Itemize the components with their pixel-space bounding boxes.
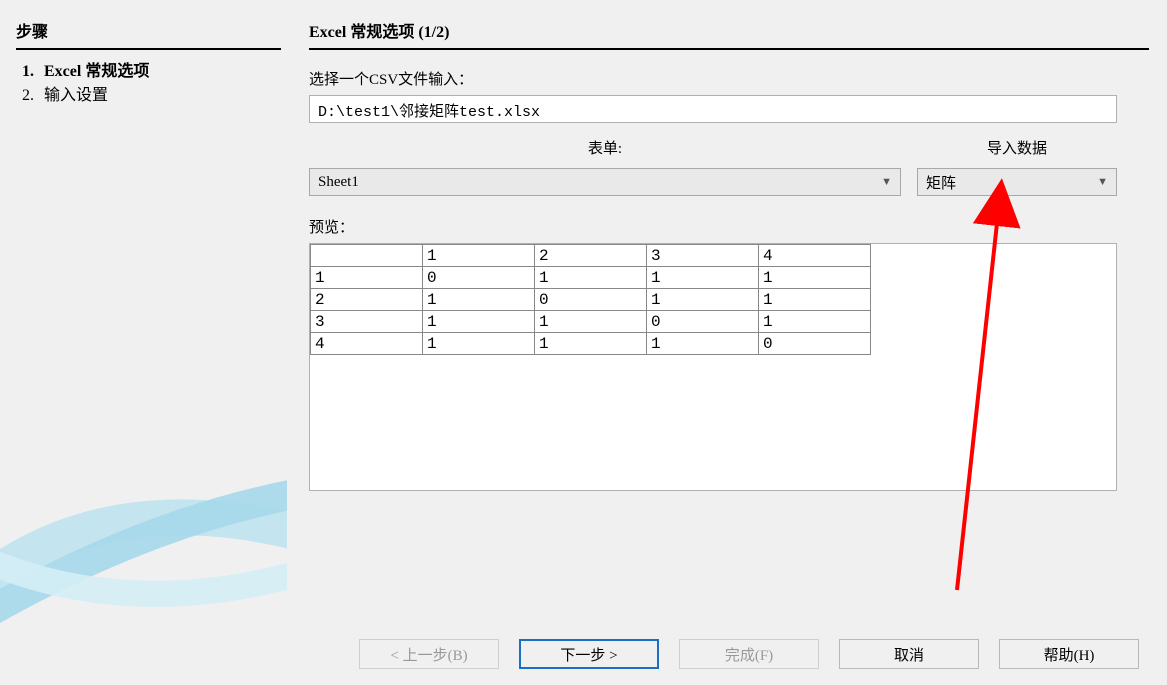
table-cell: 2 bbox=[311, 289, 423, 311]
import-select-label: 导入数据 bbox=[917, 137, 1117, 158]
import-as-select[interactable]: 矩阵 ▼ bbox=[917, 168, 1117, 196]
table-cell: 0 bbox=[759, 333, 871, 355]
next-button[interactable]: 下一步 > bbox=[519, 639, 659, 669]
chevron-down-icon: ▼ bbox=[881, 176, 892, 188]
table-cell bbox=[311, 245, 423, 267]
table-cell: 1 bbox=[535, 311, 647, 333]
table-cell: 3 bbox=[647, 245, 759, 267]
step-number: 1. bbox=[16, 60, 34, 84]
table-cell: 1 bbox=[647, 289, 759, 311]
table-cell: 3 bbox=[311, 311, 423, 333]
steps-heading: 步骤 bbox=[16, 18, 281, 50]
table-cell: 0 bbox=[535, 289, 647, 311]
table-row: 2 1 0 1 1 bbox=[311, 289, 871, 311]
sheet-select-label: 表单: bbox=[309, 137, 901, 158]
page-title: Excel 常规选项 (1/2) bbox=[309, 18, 1149, 50]
step-label: Excel 常规选项 bbox=[44, 60, 149, 84]
file-input-label: 选择一个CSV文件输入： bbox=[309, 68, 1149, 89]
table-cell: 1 bbox=[535, 267, 647, 289]
main-panel: Excel 常规选项 (1/2) 选择一个CSV文件输入： D:\test1\邻… bbox=[287, 0, 1167, 623]
back-button: < 上一步(B) bbox=[359, 639, 499, 669]
table-cell: 0 bbox=[423, 267, 535, 289]
table-cell: 4 bbox=[759, 245, 871, 267]
step-item-1[interactable]: 1. Excel 常规选项 bbox=[16, 60, 277, 84]
table-row: 3 1 1 0 1 bbox=[311, 311, 871, 333]
help-button[interactable]: 帮助(H) bbox=[999, 639, 1139, 669]
table-cell: 1 bbox=[311, 267, 423, 289]
table-cell: 1 bbox=[759, 311, 871, 333]
steps-sidebar: 步骤 1. Excel 常规选项 2. 输入设置 bbox=[0, 0, 287, 623]
preview-box[interactable]: 1 2 3 4 1 0 1 1 1 2 1 0 bbox=[309, 243, 1117, 491]
file-path-input[interactable]: D:\test1\邻接矩阵test.xlsx bbox=[309, 95, 1117, 123]
steps-list: 1. Excel 常规选项 2. 输入设置 bbox=[16, 60, 277, 108]
table-cell: 1 bbox=[759, 289, 871, 311]
decorative-swoosh bbox=[0, 423, 287, 623]
chevron-down-icon: ▼ bbox=[1097, 176, 1108, 188]
table-cell: 4 bbox=[311, 333, 423, 355]
table-cell: 1 bbox=[535, 333, 647, 355]
import-select-value: 矩阵 bbox=[926, 172, 956, 193]
sheet-select[interactable]: Sheet1 ▼ bbox=[309, 168, 901, 196]
finish-button: 完成(F) bbox=[679, 639, 819, 669]
table-cell: 1 bbox=[647, 333, 759, 355]
preview-label: 预览： bbox=[309, 216, 1149, 237]
cancel-button[interactable]: 取消 bbox=[839, 639, 979, 669]
preview-table: 1 2 3 4 1 0 1 1 1 2 1 0 bbox=[310, 244, 871, 355]
table-cell: 1 bbox=[423, 311, 535, 333]
table-cell: 1 bbox=[423, 289, 535, 311]
table-cell: 0 bbox=[647, 311, 759, 333]
table-cell: 2 bbox=[535, 245, 647, 267]
step-number: 2. bbox=[16, 84, 34, 108]
table-row: 1 2 3 4 bbox=[311, 245, 871, 267]
sheet-select-value: Sheet1 bbox=[318, 174, 359, 191]
table-cell: 1 bbox=[647, 267, 759, 289]
table-cell: 1 bbox=[423, 333, 535, 355]
step-item-2[interactable]: 2. 输入设置 bbox=[16, 84, 277, 108]
step-label: 输入设置 bbox=[44, 84, 108, 108]
wizard-buttons: < 上一步(B) 下一步 > 完成(F) 取消 帮助(H) bbox=[0, 623, 1167, 685]
table-row: 1 0 1 1 1 bbox=[311, 267, 871, 289]
table-cell: 1 bbox=[423, 245, 535, 267]
table-row: 4 1 1 1 0 bbox=[311, 333, 871, 355]
table-cell: 1 bbox=[759, 267, 871, 289]
